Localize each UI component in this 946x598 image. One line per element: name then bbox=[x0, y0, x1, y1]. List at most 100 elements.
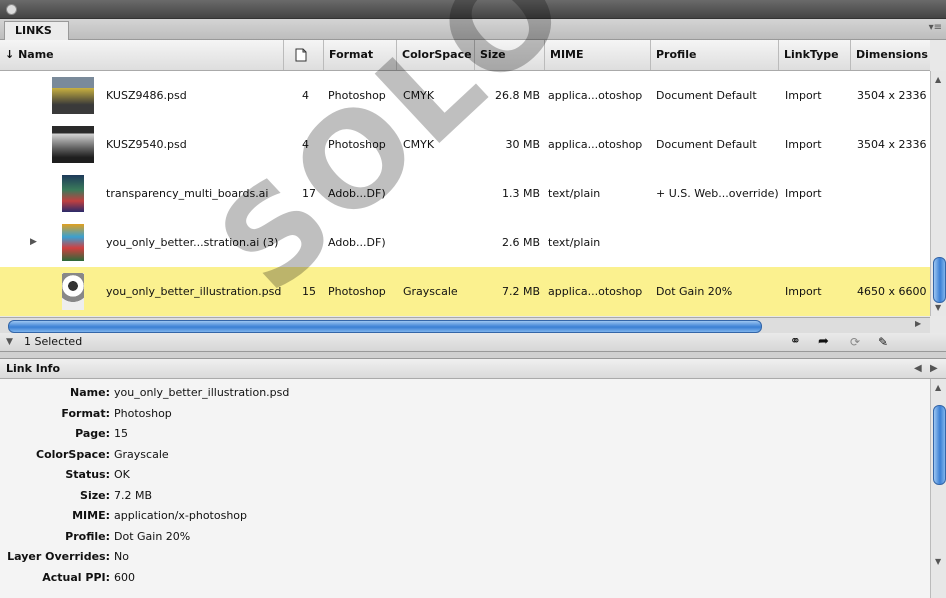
go-to-link-icon[interactable]: ➦ bbox=[818, 333, 829, 351]
info-vertical-scrollbar[interactable]: ▲ ▼ bbox=[930, 379, 946, 598]
link-thumbnail bbox=[52, 77, 94, 114]
info-label: Name: bbox=[70, 386, 110, 399]
info-value: No bbox=[114, 550, 129, 563]
info-value: Grayscale bbox=[114, 447, 169, 461]
column-name[interactable]: ↓ Name bbox=[0, 40, 283, 70]
disclosure-triangle-icon[interactable]: ▶ bbox=[30, 218, 37, 267]
info-value: application/x-photoshop bbox=[114, 509, 248, 522]
link-row[interactable]: transparency_multi_boards.ai 17 Adob...D… bbox=[0, 169, 930, 219]
link-name: KUSZ9486.psd bbox=[106, 89, 187, 102]
link-profile: Dot Gain 20% bbox=[656, 285, 733, 298]
link-format: Photoshop bbox=[328, 285, 386, 298]
info-value: 7.2 MB bbox=[114, 488, 153, 502]
selection-count: 1 Selected bbox=[24, 335, 83, 348]
scroll-up-icon[interactable]: ▲ bbox=[935, 75, 941, 84]
column-header-row: ↓ Name Format ColorSpace Size MIME Profi… bbox=[0, 40, 930, 71]
link-row[interactable]: KUSZ9486.psd 4 Photoshop CMYK 26.8 MB ap… bbox=[0, 71, 930, 121]
link-format: Adob...DF) bbox=[328, 187, 386, 200]
link-thumbnail bbox=[62, 175, 84, 212]
info-label: Format: bbox=[61, 406, 110, 420]
link-dimensions: 3504 x 2336 bbox=[857, 138, 927, 151]
links-list: KUSZ9486.psd 4 Photoshop CMYK 26.8 MB ap… bbox=[0, 71, 930, 316]
scroll-right-icon[interactable]: ▶ bbox=[915, 319, 921, 328]
link-name: KUSZ9540.psd bbox=[106, 138, 187, 151]
info-value: Photoshop bbox=[114, 406, 172, 420]
link-colorspace: Grayscale bbox=[403, 285, 458, 298]
info-label: MIME: bbox=[72, 509, 110, 522]
list-horizontal-scrollbar[interactable]: ▶ bbox=[0, 317, 930, 333]
link-colorspace: CMYK bbox=[403, 138, 435, 151]
tab-links[interactable]: LINKS bbox=[4, 21, 69, 40]
link-format: Photoshop bbox=[328, 138, 386, 151]
link-info-title: Link Info bbox=[6, 362, 61, 375]
link-mime: applica...otoshop bbox=[548, 285, 643, 298]
next-link-icon[interactable]: ▶ bbox=[930, 359, 938, 378]
link-size: 2.6 MB bbox=[501, 236, 540, 249]
link-size: 7.2 MB bbox=[501, 285, 540, 298]
scroll-down-icon[interactable]: ▼ bbox=[935, 557, 941, 566]
info-row: ColorSpace: Grayscale bbox=[0, 445, 930, 466]
scroll-up-icon[interactable]: ▲ bbox=[935, 383, 941, 392]
close-icon[interactable] bbox=[6, 4, 17, 15]
link-size: 30 MB bbox=[505, 138, 540, 151]
column-format[interactable]: Format bbox=[323, 40, 396, 70]
column-dimensions[interactable]: Dimensions bbox=[850, 40, 930, 70]
link-info-panel: Name: you_only_better_illustration.psd Fo… bbox=[0, 379, 930, 598]
list-vertical-scrollbar[interactable]: ▲ ▼ bbox=[930, 71, 946, 316]
link-thumbnail bbox=[62, 224, 84, 261]
link-page: 17 bbox=[302, 187, 316, 200]
column-size[interactable]: Size bbox=[474, 40, 544, 70]
link-profile: Document Default bbox=[656, 138, 757, 151]
link-page: 4 bbox=[302, 89, 309, 102]
link-linktype: Import bbox=[785, 285, 822, 298]
info-row: Actual PPI: 600 bbox=[0, 568, 930, 589]
column-profile[interactable]: Profile bbox=[650, 40, 778, 70]
previous-link-icon[interactable]: ◀ bbox=[914, 359, 922, 378]
page-icon bbox=[295, 48, 307, 62]
link-profile: + U.S. Web...override) bbox=[656, 187, 779, 200]
column-colorspace[interactable]: ColorSpace bbox=[396, 40, 474, 70]
edit-original-icon[interactable]: ✎ bbox=[878, 333, 888, 351]
link-row[interactable]: ▶ you_only_better...stration.ai (3) Adob… bbox=[0, 218, 930, 268]
link-linktype: Import bbox=[785, 89, 822, 102]
info-row: Page: 15 bbox=[0, 424, 930, 445]
link-format: Photoshop bbox=[328, 89, 386, 102]
info-label: Profile: bbox=[65, 529, 110, 543]
tab-row: LINKS ▾≡ bbox=[0, 19, 946, 40]
link-mime: applica...otoshop bbox=[548, 138, 643, 151]
link-name: transparency_multi_boards.ai bbox=[106, 187, 269, 200]
update-link-icon[interactable]: ⟳ bbox=[850, 333, 860, 351]
link-name: you_only_better_illustration.psd bbox=[106, 285, 282, 298]
panel-menu-icon[interactable]: ▾≡ bbox=[929, 22, 942, 33]
column-mime[interactable]: MIME bbox=[544, 40, 650, 70]
info-row: Profile: Dot Gain 20% bbox=[0, 527, 930, 548]
info-label: Actual PPI: bbox=[42, 570, 110, 584]
horizontal-scroll-thumb[interactable] bbox=[8, 320, 762, 333]
panel-titlebar bbox=[0, 0, 946, 19]
link-page: 4 bbox=[302, 138, 309, 151]
info-value: 600 bbox=[114, 570, 135, 584]
scroll-down-icon[interactable]: ▼ bbox=[935, 303, 941, 312]
link-row[interactable]: KUSZ9540.psd 4 Photoshop CMYK 30 MB appl… bbox=[0, 120, 930, 170]
info-toggle-icon[interactable]: ▼ bbox=[6, 333, 13, 351]
link-mime: applica...otoshop bbox=[548, 89, 643, 102]
link-dimensions: 4650 x 6600 bbox=[857, 285, 927, 298]
link-thumbnail bbox=[62, 273, 84, 310]
link-dimensions: 3504 x 2336 bbox=[857, 89, 927, 102]
info-scroll-thumb[interactable] bbox=[933, 405, 946, 485]
link-name: you_only_better...stration.ai (3) bbox=[106, 236, 279, 249]
link-row-selected[interactable]: you_only_better_illustration.psd 15 Phot… bbox=[0, 267, 930, 316]
link-colorspace: CMYK bbox=[403, 89, 435, 102]
info-value: you_only_better_illustration.psd bbox=[114, 386, 290, 399]
link-profile: Document Default bbox=[656, 89, 757, 102]
relink-icon[interactable]: ⚭ bbox=[790, 333, 801, 351]
link-info-header: Link Info ◀ ▶ bbox=[0, 359, 946, 379]
column-page[interactable] bbox=[283, 40, 323, 70]
panel-divider[interactable] bbox=[0, 352, 946, 359]
info-label: Status: bbox=[65, 468, 110, 481]
column-linktype[interactable]: LinkType bbox=[778, 40, 850, 70]
list-scroll-thumb[interactable] bbox=[933, 257, 946, 303]
info-value: OK bbox=[114, 468, 130, 481]
link-size: 26.8 MB bbox=[494, 89, 540, 102]
info-row: Name: you_only_better_illustration.psd bbox=[0, 383, 930, 404]
